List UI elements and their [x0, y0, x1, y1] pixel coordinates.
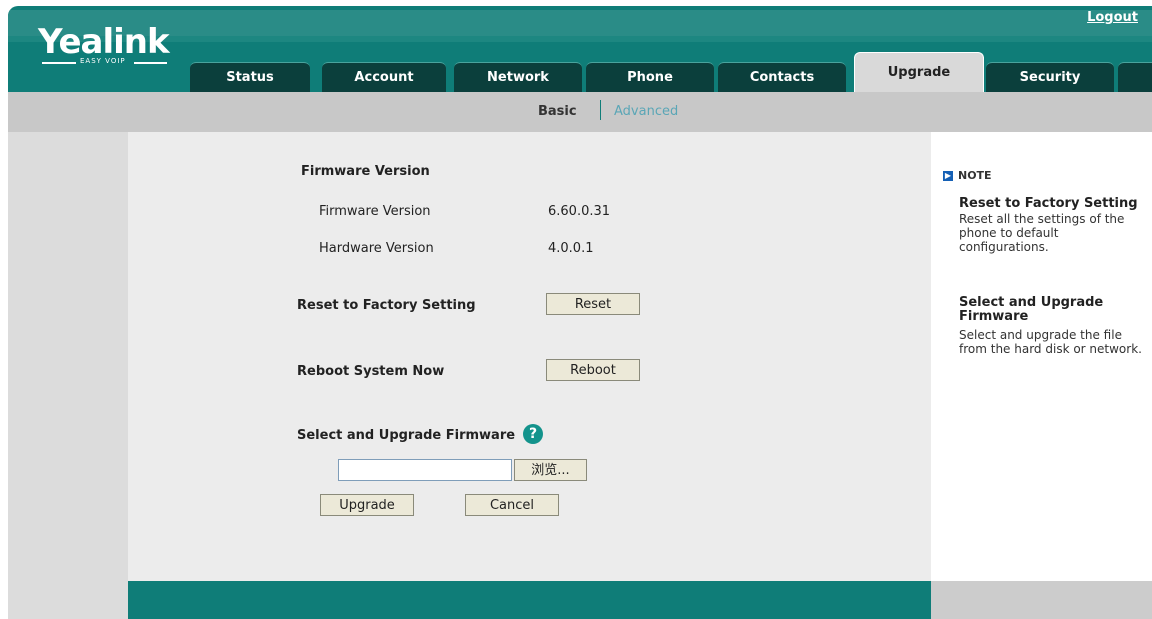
tab-network[interactable]: Network [454, 62, 582, 92]
hardware-version-value: 4.0.0.1 [548, 241, 594, 256]
header-stripe [8, 10, 1152, 36]
logout-link[interactable]: Logout [1087, 10, 1138, 25]
left-sidebar [8, 132, 128, 619]
note-heading-text: NOTE [958, 169, 992, 182]
footer-bar [128, 581, 931, 619]
tab-status[interactable]: Status [190, 62, 310, 92]
firmware-file-input[interactable] [338, 459, 512, 481]
tab-contacts[interactable]: Contacts [718, 62, 846, 92]
note-upgrade-title: Select and Upgrade Firmware [959, 295, 1104, 324]
reboot-button[interactable]: Reboot [546, 359, 640, 381]
tab-upgrade[interactable]: Upgrade [854, 52, 984, 92]
subnav-separator [600, 100, 601, 120]
firmware-version-value: 6.60.0.31 [548, 204, 611, 219]
note-reset-title: Reset to Factory Setting [959, 196, 1138, 211]
upgrade-button[interactable]: Upgrade [320, 494, 414, 516]
note-upgrade-text: Select and upgrade the file from the har… [959, 328, 1142, 356]
reset-label: Reset to Factory Setting [297, 298, 476, 313]
note-arrow-icon: ▶ [943, 171, 953, 181]
hardware-version-label: Hardware Version [319, 241, 434, 256]
tab-security[interactable]: Security [986, 62, 1114, 92]
yealink-logo: Yealink [38, 22, 170, 62]
firmware-heading: Firmware Version [301, 164, 430, 179]
reset-button[interactable]: Reset [546, 293, 640, 315]
sub-navigation: Basic Advanced [8, 92, 1152, 132]
firmware-version-label: Firmware Version [319, 204, 431, 219]
tab-overflow[interactable] [1118, 62, 1152, 92]
help-icon[interactable]: ? [523, 424, 543, 444]
subnav-basic[interactable]: Basic [538, 104, 577, 119]
cancel-button[interactable]: Cancel [465, 494, 559, 516]
browse-button[interactable]: 浏览... [514, 459, 587, 481]
header-stripe-lower [8, 36, 1152, 42]
note-reset-text: Reset all the settings of the phone to d… [959, 212, 1125, 254]
reboot-label: Reboot System Now [297, 364, 445, 379]
upgrade-firmware-label: Select and Upgrade Firmware [297, 428, 516, 443]
note-heading: ▶ NOTE [943, 169, 992, 182]
logo-tagline: EASY VOIP [42, 57, 167, 66]
footer-right [931, 581, 1152, 619]
tab-phone[interactable]: Phone [586, 62, 714, 92]
logo-tagline-text: EASY VOIP [80, 57, 126, 65]
tab-account[interactable]: Account [322, 62, 446, 92]
header-bar: Yealink EASY VOIP Logout Status Account … [8, 6, 1152, 92]
subnav-advanced[interactable]: Advanced [614, 104, 678, 119]
